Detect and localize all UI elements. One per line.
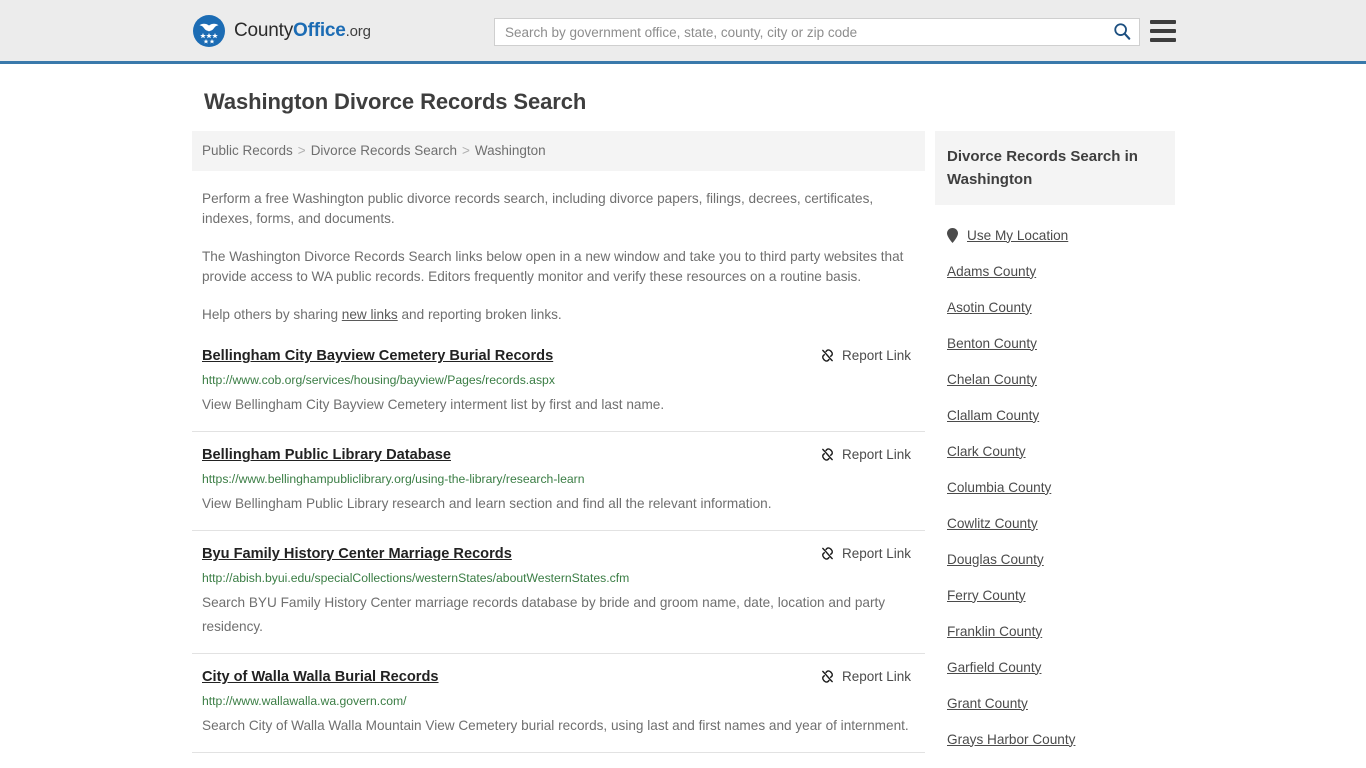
search-button[interactable]	[1105, 19, 1139, 45]
sidebar-item-cowlitz-county[interactable]: Cowlitz County	[935, 505, 1175, 541]
sidebar-item-label: Benton County	[947, 335, 1037, 351]
result-title-link[interactable]: City of Walla Walla Burial Records	[202, 668, 439, 687]
report-link-button[interactable]: Report Link	[820, 348, 911, 363]
eagle-seal-icon	[192, 14, 226, 48]
sidebar-title: Divorce Records Search in Washington	[935, 131, 1175, 205]
results-list: Bellingham City Bayview Cemetery Burial …	[192, 347, 925, 768]
result-description: Search BYU Family History Center marriag…	[202, 595, 886, 634]
result-title-link[interactable]: Bellingham Public Library Database	[202, 446, 451, 465]
page-container: Washington Divorce Records Search Public…	[0, 89, 1366, 768]
search-bar[interactable]	[494, 18, 1140, 46]
site-header: CountyOffice.org	[0, 0, 1366, 64]
intro-paragraph-3: Help others by sharing new links and rep…	[202, 305, 917, 325]
sidebar-item-chelan-county[interactable]: Chelan County	[935, 361, 1175, 397]
sidebar-item-label: Asotin County	[947, 299, 1032, 315]
sidebar-item-label: Douglas County	[947, 551, 1044, 567]
intro-paragraph-2: The Washington Divorce Records Search li…	[202, 249, 904, 284]
search-input[interactable]	[495, 19, 1105, 45]
breadcrumb-separator: >	[462, 143, 470, 158]
sidebar-item-label: Columbia County	[947, 479, 1052, 495]
sidebar-item-clark-county[interactable]: Clark County	[935, 433, 1175, 469]
page-title: Washington Divorce Records Search	[204, 89, 587, 114]
sidebar-item-label: Clallam County	[947, 407, 1040, 423]
intro-text: Perform a free Washington public divorce…	[192, 189, 925, 325]
main-column: Public Records > Divorce Records Search > Wa…	[192, 131, 925, 768]
intro-paragraph-1: Perform a free Washington public divorce…	[202, 191, 874, 226]
breadcrumb-item-divorce-records-search[interactable]: Divorce Records Search	[311, 143, 457, 158]
sidebar-item-benton-county[interactable]: Benton County	[935, 325, 1175, 361]
result-url[interactable]: http://www.wallawalla.wa.govern.com/	[202, 694, 925, 709]
site-logo-text: CountyOffice.org	[234, 20, 371, 42]
result-item: Bellingham Public Library Database Repor…	[192, 446, 925, 531]
hamburger-menu-icon[interactable]	[1150, 20, 1176, 42]
result-description: View Bellingham Public Library research …	[202, 496, 772, 511]
sidebar-item-label: Use My Location	[967, 227, 1069, 243]
sidebar-item-douglas-county[interactable]: Douglas County	[935, 541, 1175, 577]
search-icon	[1113, 22, 1131, 43]
broken-chain-icon	[820, 447, 835, 462]
sidebar-item-label: Grant County	[947, 695, 1028, 711]
sidebar-item-label: Franklin County	[947, 623, 1043, 639]
result-item: Bellingham City Bayview Cemetery Burial …	[192, 347, 925, 432]
intro-p3-before: Help others by sharing	[202, 307, 342, 322]
breadcrumb-separator: >	[297, 143, 306, 158]
result-url[interactable]: http://abish.byui.edu/specialCollections…	[202, 571, 925, 586]
sidebar-item-label: Ferry County	[947, 587, 1026, 603]
site-logo[interactable]: CountyOffice.org	[192, 14, 371, 48]
breadcrumb: Public Records > Divorce Records Search > Wa…	[192, 131, 925, 171]
sidebar-item-adams-county[interactable]: Adams County	[935, 253, 1175, 289]
sidebar-item-columbia-county[interactable]: Columbia County	[935, 469, 1175, 505]
result-item: City of Walla Walla Burial Records Repor…	[192, 668, 925, 753]
new-links-link[interactable]: new links	[342, 307, 398, 322]
intro-p3-after: and reporting broken links.	[397, 307, 562, 322]
sidebar-item-label: Adams County	[947, 263, 1037, 279]
report-link-label: Report Link	[841, 348, 911, 363]
report-link-button[interactable]: Report Link	[820, 669, 911, 684]
sidebar-item-clallam-county[interactable]: Clallam County	[935, 397, 1175, 433]
logo-text-office: Office	[293, 19, 346, 41]
sidebar-item-asotin-county[interactable]: Asotin County	[935, 289, 1175, 325]
broken-chain-icon	[820, 348, 835, 363]
sidebar-item-label: Clark County	[947, 443, 1026, 459]
sidebar-item-label: Cowlitz County	[947, 515, 1038, 531]
breadcrumb-item-washington[interactable]: Washington	[475, 143, 546, 158]
map-pin-icon	[947, 227, 958, 243]
sidebar-item-grant-county[interactable]: Grant County	[935, 685, 1175, 721]
report-link-label: Report Link	[841, 669, 911, 684]
report-link-button[interactable]: Report Link	[820, 447, 911, 462]
sidebar: Divorce Records Search in Washington Use…	[935, 131, 1175, 768]
result-url[interactable]: https://www.bellinghampubliclibrary.org/…	[202, 472, 925, 487]
breadcrumb-item-public-records[interactable]: Public Records	[202, 143, 293, 158]
content-row: Public Records > Divorce Records Search > Wa…	[192, 131, 1366, 768]
result-url[interactable]: http://www.cob.org/services/housing/bayv…	[202, 373, 925, 388]
sidebar-item-garfield-county[interactable]: Garfield County	[935, 649, 1175, 685]
report-link-label: Report Link	[841, 447, 911, 462]
report-link-label: Report Link	[841, 546, 911, 561]
sidebar-item-label: Grays Harbor County	[947, 731, 1076, 747]
logo-text-org: .org	[345, 22, 371, 40]
sidebar-links: Use My Location Adams County Asotin Coun…	[935, 217, 1175, 768]
result-title-link[interactable]: Byu Family History Center Marriage Recor…	[202, 545, 512, 564]
sidebar-item-grays-harbor-county[interactable]: Grays Harbor County	[935, 721, 1175, 757]
sidebar-item-label: Chelan County	[947, 371, 1037, 387]
result-item: Byu Family History Center Marriage Recor…	[192, 545, 925, 654]
sidebar-item-island-county[interactable]: Island County	[935, 757, 1175, 768]
sidebar-item-franklin-county[interactable]: Franklin County	[935, 613, 1175, 649]
broken-chain-icon	[820, 546, 835, 561]
broken-chain-icon	[820, 669, 835, 684]
result-description: Search City of Walla Walla Mountain View…	[202, 718, 909, 733]
result-title-link[interactable]: Bellingham City Bayview Cemetery Burial …	[202, 347, 553, 366]
sidebar-item-ferry-county[interactable]: Ferry County	[935, 577, 1175, 613]
sidebar-item-use-my-location[interactable]: Use My Location	[935, 217, 1175, 253]
report-link-button[interactable]: Report Link	[820, 546, 911, 561]
logo-text-county: County	[234, 19, 294, 41]
sidebar-item-label: Garfield County	[947, 659, 1042, 675]
result-description: View Bellingham City Bayview Cemetery in…	[202, 397, 665, 412]
